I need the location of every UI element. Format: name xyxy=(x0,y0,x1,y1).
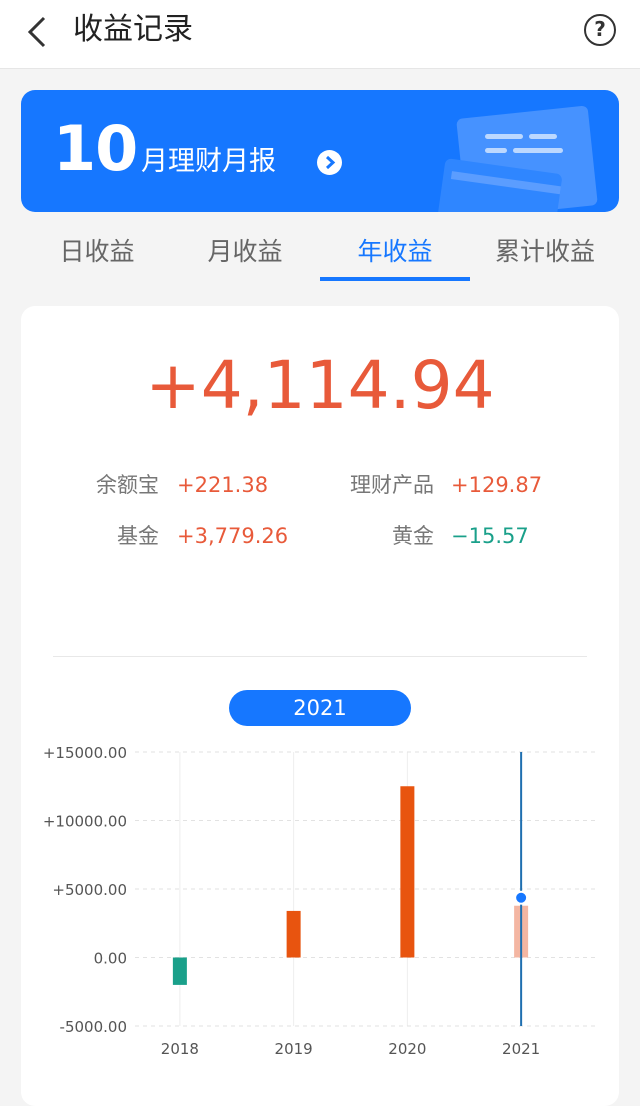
earnings-card: +4,114.94 余额宝 +221.38 理财产品 +129.87 基金 +3… xyxy=(21,306,619,1106)
wealth-product-value: +129.87 xyxy=(451,473,543,497)
top-bar: 收益记录 ? xyxy=(0,0,640,69)
bar-2018 xyxy=(172,957,187,985)
selection-marker xyxy=(514,890,529,905)
fund-label: 基金 xyxy=(117,524,159,548)
x-tick-label: 2019 xyxy=(275,1040,313,1058)
chevron-right-circle-icon xyxy=(317,150,342,175)
divider xyxy=(53,656,587,657)
tab-cumulative-earnings[interactable]: 累计收益 xyxy=(470,232,620,272)
earnings-tabs: 日收益 月收益 年收益 累计收益 xyxy=(0,222,640,282)
bar-2020 xyxy=(400,786,415,958)
tab-monthly-earnings[interactable]: 月收益 xyxy=(170,232,320,272)
chevron-left-icon xyxy=(27,16,46,48)
total-earnings: +4,114.94 xyxy=(145,347,495,424)
wealth-product-label: 理财产品 xyxy=(350,473,434,497)
fund-value: +3,779.26 xyxy=(177,524,289,548)
yuebao-value: +221.38 xyxy=(177,473,269,497)
gold-label: 黄金 xyxy=(392,524,434,548)
x-tick-label: 2021 xyxy=(502,1040,540,1058)
help-button[interactable]: ? xyxy=(584,14,616,46)
report-title: 月理财月报 xyxy=(141,146,276,177)
x-tick-label: 2018 xyxy=(161,1040,199,1058)
yuebao-label: 余额宝 xyxy=(96,473,159,497)
bar-2019 xyxy=(286,910,301,958)
report-month: 10 xyxy=(53,112,138,185)
tab-daily-earnings[interactable]: 日收益 xyxy=(22,232,172,272)
y-tick-label: +5000.00 xyxy=(52,881,127,899)
gold-value: −15.57 xyxy=(451,524,529,548)
card-illustration-icon xyxy=(438,105,598,212)
y-tick-label: +15000.00 xyxy=(43,744,127,762)
back-button[interactable] xyxy=(18,12,58,52)
monthly-report-banner[interactable]: 10 月理财月报 xyxy=(21,90,619,212)
yearly-earnings-chart: +15000.00 +10000.00 +5000.00 0.00 -5000.00 20… xyxy=(43,744,596,1058)
y-tick-label: +10000.00 xyxy=(43,813,127,831)
question-circle-icon: ? xyxy=(594,17,606,41)
tab-yearly-earnings[interactable]: 年收益 xyxy=(320,232,470,272)
active-tab-indicator xyxy=(320,277,470,281)
y-tick-label: 0.00 xyxy=(94,950,127,968)
page-title: 收益记录 xyxy=(73,12,193,47)
selected-year-badge[interactable]: 2021 xyxy=(229,690,411,726)
y-tick-label: -5000.00 xyxy=(60,1018,127,1036)
x-tick-label: 2020 xyxy=(388,1040,426,1058)
